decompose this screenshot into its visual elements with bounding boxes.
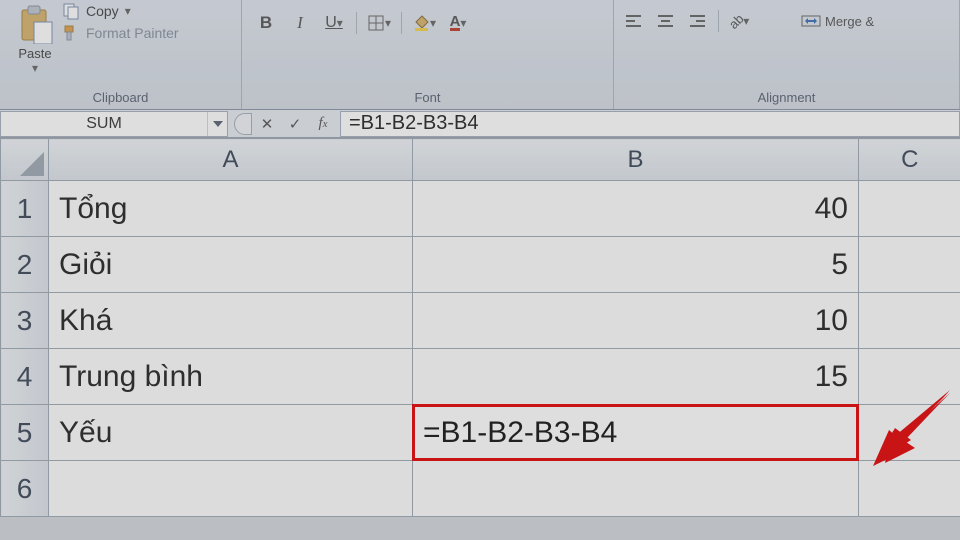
formula-bar: SUM ✕ ✓ fx =B1-B2-B3-B4 (0, 110, 960, 138)
cell-A3[interactable]: Khá (49, 293, 413, 349)
align-center-button[interactable] (652, 10, 680, 32)
copy-label: Copy (86, 3, 119, 19)
fx-button[interactable]: fx (310, 113, 336, 135)
row-header[interactable]: 6 (1, 461, 49, 517)
merge-label: Merge & (825, 14, 874, 29)
chevron-down-icon: ▾ (125, 4, 131, 18)
cell-C1[interactable] (859, 181, 960, 237)
orientation-button[interactable]: ab▾ (725, 10, 753, 32)
cell-A2[interactable]: Giỏi (49, 237, 413, 293)
column-header-C[interactable]: C (859, 139, 960, 181)
formula-text: =B1-B2-B3-B4 (349, 112, 479, 135)
table-row: 6 (1, 461, 960, 517)
row-header[interactable]: 4 (1, 349, 49, 405)
cancel-formula-button[interactable]: ✕ (254, 113, 280, 135)
ribbon-group-alignment: ab▾ Merge & Alignment (614, 0, 960, 109)
cell-A4[interactable]: Trung bình (49, 349, 413, 405)
cell-B5[interactable]: =B1-B2-B3-B4 (413, 405, 859, 461)
font-color-icon: A (450, 16, 461, 31)
cell-C2[interactable] (859, 237, 960, 293)
borders-button[interactable]: ▾ (365, 12, 393, 34)
editing-cell-overlay[interactable]: =B1-B2-B3-B4 (413, 405, 858, 460)
borders-icon (367, 14, 385, 32)
arrow-icon (865, 388, 955, 468)
table-row: 2 Giỏi 5 (1, 237, 960, 293)
cell-B4[interactable]: 15 (413, 349, 859, 405)
name-box[interactable]: SUM (0, 111, 228, 137)
annotation-arrow (865, 388, 955, 468)
cell-B2[interactable]: 5 (413, 237, 859, 293)
accept-formula-button[interactable]: ✓ (282, 113, 308, 135)
separator (401, 12, 402, 34)
underline-button[interactable]: U▾ (320, 12, 348, 34)
group-label-font: Font (248, 86, 607, 107)
chevron-down-icon (213, 121, 223, 127)
table-row: 4 Trung bình 15 (1, 349, 960, 405)
column-header-B[interactable]: B (413, 139, 859, 181)
paste-icon (16, 4, 54, 44)
format-painter-button[interactable]: Format Painter (62, 24, 179, 42)
column-header-A[interactable]: A (49, 139, 413, 181)
bucket-icon (412, 14, 430, 32)
table-row: 1 Tổng 40 (1, 181, 960, 237)
ribbon-group-font: B I U▾ ▾ ▾ A ▾ Font (242, 0, 614, 109)
align-left-button[interactable] (620, 10, 648, 32)
merge-icon (801, 13, 821, 29)
paste-label: Paste (18, 46, 51, 61)
row-header[interactable]: 2 (1, 237, 49, 293)
cell-B1[interactable]: 40 (413, 181, 859, 237)
cell-B6[interactable] (413, 461, 859, 517)
align-left-icon (625, 14, 643, 28)
row-header[interactable]: 1 (1, 181, 49, 237)
format-painter-label: Format Painter (86, 25, 179, 41)
name-box-dropdown[interactable] (207, 112, 227, 136)
cell-C6[interactable] (859, 461, 960, 517)
row-header[interactable]: 3 (1, 293, 49, 349)
align-right-button[interactable] (684, 10, 712, 32)
group-label-clipboard: Clipboard (6, 86, 235, 107)
table-row: 5 Yếu =B1-B2-B3-B4 (1, 405, 960, 461)
row-header[interactable]: 5 (1, 405, 49, 461)
formula-curve (234, 113, 252, 135)
cell-A6[interactable] (49, 461, 413, 517)
merge-button[interactable]: Merge & (801, 10, 874, 32)
fill-color-button[interactable]: ▾ (410, 12, 438, 34)
x-icon: ✕ (261, 115, 274, 133)
check-icon: ✓ (289, 115, 302, 133)
select-all-corner[interactable] (1, 139, 49, 181)
copy-icon (62, 2, 80, 20)
group-label-alignment: Alignment (620, 86, 953, 107)
ribbon-group-clipboard: Paste ▾ Copy ▾ Format Pai (0, 0, 242, 109)
bold-button[interactable]: B (252, 12, 280, 34)
paintbrush-icon (62, 24, 80, 42)
copy-button[interactable]: Copy ▾ (62, 2, 179, 20)
separator (718, 10, 719, 32)
spreadsheet-grid: A B C 1 Tổng 40 2 Giỏi 5 3 Khá 10 4 Trun… (0, 138, 960, 517)
font-color-button[interactable]: A ▾ (444, 12, 472, 34)
fx-icon: fx (318, 115, 327, 132)
italic-button[interactable]: I (286, 12, 314, 34)
cell-A1[interactable]: Tổng (49, 181, 413, 237)
align-right-icon (689, 14, 707, 28)
editing-cell-text: =B1-B2-B3-B4 (423, 416, 617, 450)
formula-input[interactable]: =B1-B2-B3-B4 (340, 111, 960, 137)
chevron-down-icon: ▾ (32, 61, 38, 75)
cell-C3[interactable] (859, 293, 960, 349)
align-center-icon (657, 14, 675, 28)
cell-B3[interactable]: 10 (413, 293, 859, 349)
separator (356, 12, 357, 34)
ribbon: Paste ▾ Copy ▾ Format Pai (0, 0, 960, 110)
table-row: 3 Khá 10 (1, 293, 960, 349)
name-box-text: SUM (1, 115, 207, 133)
paste-button[interactable]: Paste ▾ (6, 2, 62, 75)
cell-A5[interactable]: Yếu (49, 405, 413, 461)
